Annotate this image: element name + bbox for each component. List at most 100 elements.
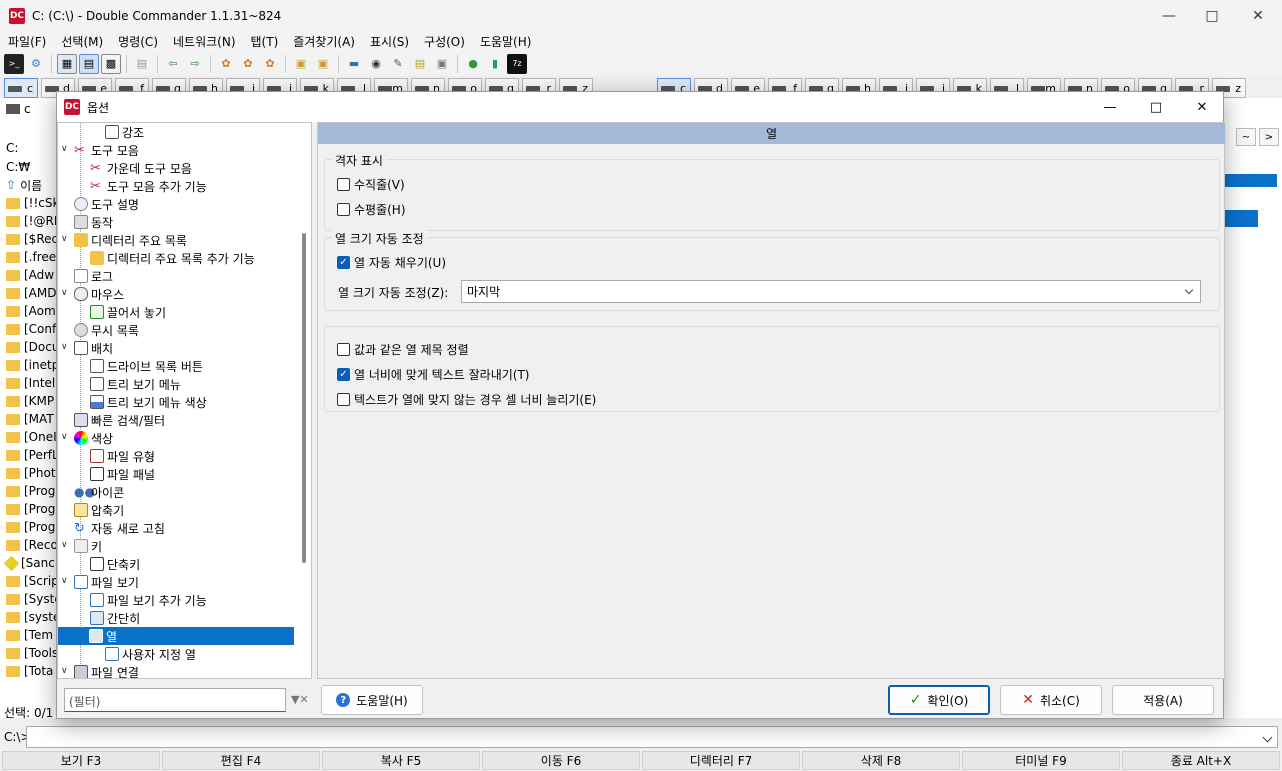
dialog-close-button[interactable]: ✕ — [1179, 92, 1225, 122]
list-item[interactable]: [syste — [0, 608, 57, 626]
tree-item-file-types[interactable]: 파일 유형 — [90, 447, 159, 465]
list-item[interactable]: [inetp — [0, 356, 57, 374]
collapse-chevron-icon[interactable]: ∨ — [61, 540, 68, 550]
help-button[interactable]: ? 도움말(H) — [321, 685, 423, 715]
multi-rename-icon[interactable]: ✿ — [216, 54, 236, 74]
ok-button[interactable]: ✓ 확인(O) — [888, 685, 990, 715]
menu-help[interactable]: 도움말(H) — [472, 33, 539, 50]
autosize-column-select[interactable]: 마지막 — [461, 280, 1201, 303]
tree-item-middle-toolbar[interactable]: ✂ 가운데 도구 모음 — [90, 159, 196, 177]
list-item[interactable]: [AMD — [0, 284, 57, 302]
minimize-button[interactable]: — — [1146, 0, 1192, 31]
tree-filter-input[interactable]: (필터) — [64, 688, 286, 712]
binoculars-icon[interactable]: ◉ — [366, 54, 386, 74]
list-item[interactable]: [!!cSk — [0, 194, 57, 212]
copy-f5-button[interactable]: 복사 F5 — [322, 751, 480, 770]
horizontal-lines-checkbox[interactable]: 수평줄(H) — [337, 201, 406, 218]
list-item[interactable]: [Aom — [0, 302, 57, 320]
list-item[interactable]: [KMP — [0, 392, 57, 410]
list-item[interactable]: [!@RI — [0, 212, 57, 230]
collapse-chevron-icon[interactable]: ∨ — [61, 234, 68, 244]
list-item[interactable]: [Intel] — [0, 374, 57, 392]
tree-item-highlight[interactable]: 강조 — [105, 123, 148, 141]
7zip-icon[interactable]: 7z — [507, 53, 527, 74]
tree-item-ignore-list[interactable]: 무시 목록 — [74, 321, 143, 339]
maximize-button[interactable]: □ — [1189, 0, 1235, 31]
unpack-icon[interactable]: ▣ — [313, 54, 333, 74]
tree-item-layout[interactable]: 배치 — [74, 339, 117, 357]
exit-altx-button[interactable]: 종료 Alt+X — [1122, 751, 1280, 770]
vertical-lines-checkbox[interactable]: 수직줄(V) — [337, 176, 405, 193]
list-item[interactable]: [PerfL — [0, 446, 57, 464]
back-icon[interactable]: ⇦ — [163, 54, 183, 74]
tree-item-toolbar[interactable]: ✂ 도구 모음 — [74, 141, 143, 159]
list-item[interactable]: [.free — [0, 248, 57, 266]
tree-item-dir-hotlist[interactable]: 디렉터리 주요 목록 — [74, 231, 191, 249]
tree-item-toolbar-extra[interactable]: ✂ 도구 모음 추가 기능 — [90, 177, 211, 195]
tree-item-files-views[interactable]: 파일 보기 — [74, 573, 143, 591]
drive-button-c[interactable]: c — [4, 78, 38, 98]
copy-paths-icon[interactable]: ▬ — [344, 54, 364, 74]
list-item[interactable]: [Prog — [0, 482, 57, 500]
collapse-chevron-icon[interactable]: ∨ — [61, 576, 68, 586]
menu-file[interactable]: 파일(F) — [0, 33, 53, 50]
list-item[interactable]: [Syste — [0, 590, 57, 608]
view-f3-button[interactable]: 보기 F3 — [2, 751, 160, 770]
tree-item-tooltips[interactable]: 도구 설명 — [74, 195, 143, 213]
tree-item-tree-view-colors[interactable]: 트리 보기 메뉴 색상 — [90, 393, 211, 411]
dialog-minimize-button[interactable]: — — [1087, 92, 1133, 122]
clear-filter-icon[interactable]: ▼✕ — [291, 693, 309, 707]
collapse-chevron-icon[interactable]: ∨ — [61, 666, 68, 676]
terminal-icon[interactable]: >_ — [4, 53, 24, 74]
menu-network[interactable]: 네트워크(N) — [165, 33, 243, 50]
menu-favorites[interactable]: 즐겨찾기(A) — [285, 33, 362, 50]
tree-item-archivers[interactable]: 압축기 — [74, 501, 128, 519]
command-input[interactable] — [26, 726, 1278, 748]
edit-icon[interactable]: ✎ — [388, 54, 408, 74]
tree-item-hotkeys[interactable]: 단축키 — [90, 555, 144, 573]
edit-f4-button[interactable]: 편집 F4 — [162, 751, 320, 770]
list-item[interactable]: [Tem — [0, 626, 57, 644]
tree-item-auto-refresh[interactable]: ↻ 자동 새로 고침 — [74, 519, 169, 537]
collapse-chevron-icon[interactable]: ∨ — [61, 288, 68, 298]
gear-icon[interactable]: ⚙ — [26, 54, 46, 74]
dialog-maximize-button[interactable]: □ — [1133, 92, 1179, 122]
tree-item-custom-columns[interactable]: 사용자 지정 열 — [105, 645, 200, 663]
tree-item-behaviors[interactable]: 동작 — [74, 213, 117, 231]
left-tab[interactable]: c — [0, 98, 57, 120]
tree-item-columns[interactable]: 열 — [58, 627, 294, 645]
sync-dirs-icon[interactable]: ✿ — [238, 54, 258, 74]
tree-item-brief[interactable]: 간단히 — [90, 609, 144, 627]
forward-icon[interactable]: ⇨ — [185, 54, 205, 74]
search-files-icon[interactable]: ✿ — [260, 54, 280, 74]
tree-item-file-associations[interactable]: 파일 연결 — [74, 663, 143, 678]
menu-show[interactable]: 표시(S) — [362, 33, 416, 50]
cancel-button[interactable]: ✕ 취소(C) — [1000, 685, 1102, 715]
mkdir-f7-button[interactable]: 디렉터리 F7 — [642, 751, 800, 770]
auto-fill-columns-checkbox[interactable]: ✓ 열 자동 채우기(U) — [337, 254, 446, 271]
tree-item-quick-search[interactable]: 빠른 검색/필터 — [74, 411, 169, 429]
list-item[interactable]: [Conf — [0, 320, 57, 338]
list-item[interactable]: [Tools — [0, 644, 57, 662]
tree-item-drive-buttons[interactable]: 드라이브 목록 버튼 — [90, 357, 207, 375]
cut-text-checkbox[interactable]: ✓ 열 너비에 맞게 텍스트 잘라내기(T) — [337, 366, 529, 383]
tree-item-tree-view-menu[interactable]: 트리 보기 메뉴 — [90, 375, 185, 393]
tree-item-drag-drop[interactable]: 끌어서 놓기 — [90, 303, 170, 321]
terminal-f9-button[interactable]: 터미널 F9 — [962, 751, 1120, 770]
menu-commands[interactable]: 명령(C) — [110, 33, 165, 50]
move-f6-button[interactable]: 이동 F6 — [482, 751, 640, 770]
selected-row[interactable] — [1222, 210, 1258, 227]
tree-item-mouse[interactable]: 마우스 — [74, 285, 128, 303]
list-item[interactable]: [Prog — [0, 500, 57, 518]
menu-tabs[interactable]: 탭(T) — [243, 33, 286, 50]
collapse-chevron-icon[interactable]: ∨ — [61, 432, 68, 442]
list-item[interactable]: [$Rec — [0, 230, 57, 248]
menu-select[interactable]: 선택(M) — [53, 33, 110, 50]
delete-f8-button[interactable]: 삭제 F8 — [802, 751, 960, 770]
title-align-checkbox[interactable]: 값과 같은 열 제목 정렬 — [337, 341, 469, 358]
list-item[interactable]: [Adw — [0, 266, 57, 284]
tree-item-log[interactable]: 로그 — [74, 267, 117, 285]
history-dropdown-button[interactable]: ~ — [1236, 128, 1256, 146]
left-current-path[interactable]: C:₩ — [0, 158, 57, 176]
name-column-header[interactable]: ⇧ 이름 — [0, 176, 57, 194]
